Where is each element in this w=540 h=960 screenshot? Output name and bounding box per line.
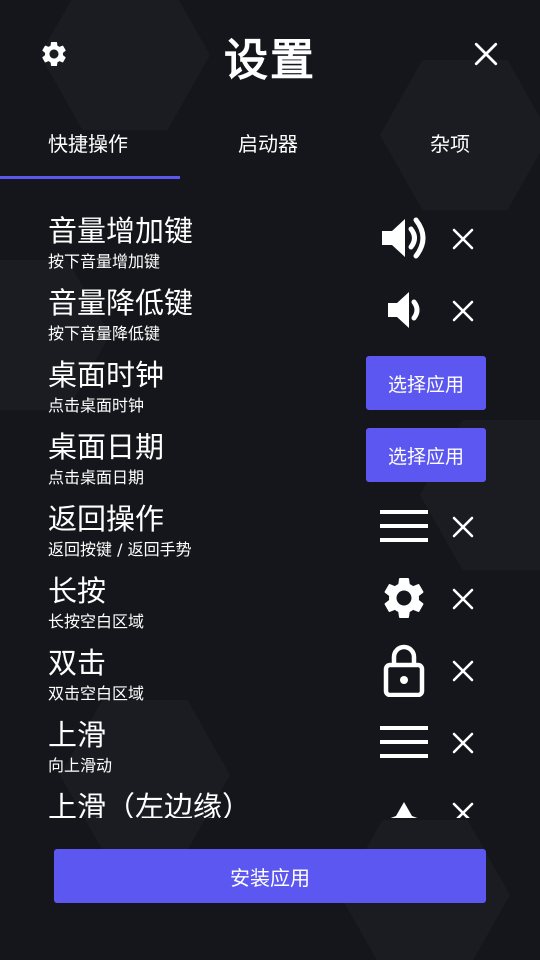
gear-icon	[384, 578, 424, 618]
action-icon-button[interactable]	[376, 502, 432, 550]
close-button[interactable]	[470, 38, 502, 70]
menu-icon	[380, 510, 428, 542]
row-subtitle: 双击空白区域	[48, 684, 145, 703]
close-icon	[452, 802, 474, 818]
remove-button[interactable]	[448, 656, 478, 686]
tab-misc[interactable]: 杂项	[430, 128, 470, 157]
list-item-back[interactable]: 返回操作 返回按键 / 返回手势	[0, 488, 540, 560]
list-item-volume-up[interactable]: 音量增加键 按下音量增加键	[0, 200, 540, 272]
close-icon	[452, 300, 474, 322]
action-icon-button[interactable]	[376, 644, 432, 697]
row-title: 桌面日期	[48, 430, 165, 464]
remove-button[interactable]	[448, 728, 478, 758]
action-icon-button[interactable]	[376, 718, 432, 766]
install-app-button[interactable]: 安装应用	[54, 849, 486, 903]
row-title: 长按	[48, 574, 107, 608]
row-subtitle: 长按空白区域	[48, 612, 145, 631]
triangle-up-icon	[390, 802, 418, 818]
lock-icon	[383, 644, 425, 697]
row-subtitle: 点击桌面日期	[48, 468, 145, 487]
list-item-long-press[interactable]: 长按 长按空白区域	[0, 560, 540, 632]
remove-button[interactable]	[448, 224, 478, 254]
volume-up-icon	[382, 217, 426, 259]
row-title: 音量降低键	[48, 286, 194, 320]
row-title: 上滑	[48, 718, 107, 752]
remove-button[interactable]	[448, 512, 478, 542]
header: 设置	[0, 0, 540, 108]
row-title: 返回操作	[48, 502, 165, 536]
tab-active-indicator	[0, 176, 180, 179]
page-title: 设置	[224, 35, 316, 86]
row-title: 双击	[48, 646, 107, 680]
tab-launcher[interactable]: 启动器	[238, 128, 298, 157]
list-item-double-tap[interactable]: 双击 双击空白区域	[0, 632, 540, 704]
action-icon-button[interactable]	[376, 214, 432, 262]
action-icon-button[interactable]	[376, 286, 432, 334]
row-subtitle: 按下音量增加键	[48, 252, 161, 271]
row-subtitle: 点击桌面时钟	[48, 396, 145, 415]
action-icon-button[interactable]	[376, 792, 432, 818]
remove-button[interactable]	[448, 296, 478, 326]
volume-down-icon	[388, 292, 420, 328]
row-subtitle: 返回按键 / 返回手势	[48, 540, 192, 559]
row-subtitle: 向上滑动	[48, 756, 113, 775]
row-title: 桌面时钟	[48, 358, 165, 392]
choose-app-button[interactable]: 选择应用	[366, 356, 486, 410]
choose-app-button[interactable]: 选择应用	[366, 428, 486, 482]
close-icon	[452, 516, 474, 538]
action-icon-button[interactable]	[376, 574, 432, 622]
row-title: 音量增加键	[48, 214, 194, 248]
row-title: 上滑（左边缘）	[48, 790, 252, 818]
row-subtitle: 按下音量降低键	[48, 324, 161, 343]
close-icon	[474, 42, 498, 66]
list-item-swipe-up[interactable]: 上滑 向上滑动	[0, 704, 540, 776]
close-icon	[452, 228, 474, 250]
menu-icon	[380, 726, 428, 758]
tab-bar: 快捷操作 启动器 杂项	[0, 108, 540, 180]
remove-button[interactable]	[448, 584, 478, 614]
remove-button[interactable]	[448, 798, 478, 818]
close-icon	[452, 588, 474, 610]
tab-shortcuts[interactable]: 快捷操作	[48, 128, 128, 157]
close-icon	[452, 660, 474, 682]
close-icon	[452, 732, 474, 754]
shortcut-list: 音量增加键 按下音量增加键 音量降低键 按下音量降低键 桌面时钟 点击桌面时钟 …	[0, 200, 540, 818]
list-item-swipe-up-left-edge[interactable]: 上滑（左边缘）	[0, 776, 540, 818]
list-item-volume-down[interactable]: 音量降低键 按下音量降低键	[0, 272, 540, 344]
